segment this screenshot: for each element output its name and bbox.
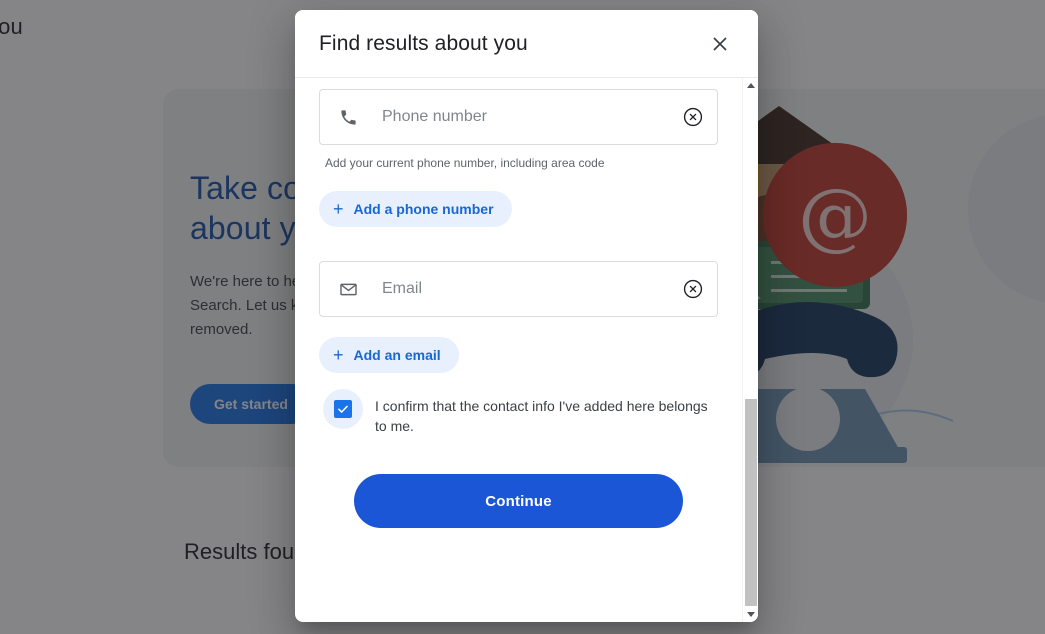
clear-circle-icon-glyph [683,107,703,127]
confirm-ownership-row: I confirm that the contact info I've add… [319,389,718,436]
email-icon [336,277,360,301]
email-input[interactable] [382,280,677,298]
scrollbar-up-arrow-icon[interactable] [743,77,758,93]
close-icon-glyph [713,36,727,51]
email-field[interactable] [319,261,718,317]
plus-icon: + [333,199,344,219]
dialog-body: Add your current phone number, including… [295,77,742,622]
add-phone-number-label: Add a phone number [353,201,494,217]
clear-circle-icon-glyph [683,279,703,299]
confirm-ownership-checkbox[interactable] [323,389,363,429]
continue-button-container: Continue [319,474,718,528]
continue-button[interactable]: Continue [354,474,683,528]
find-results-dialog: Find results about you Phone number Add … [295,10,758,622]
phone-icon [336,105,360,129]
checkbox-checked-icon [334,400,352,418]
triangle-down-icon [747,611,755,617]
plus-icon: + [333,345,344,365]
dialog-scrollbar[interactable] [742,77,758,622]
dialog-header: Find results about you [295,10,758,77]
clear-circle-icon[interactable] [677,101,709,133]
scrollbar-down-arrow-icon[interactable] [743,606,758,622]
checkmark-icon [338,405,348,413]
add-email-label: Add an email [353,347,441,363]
add-email-button[interactable]: + Add an email [319,337,459,373]
confirm-ownership-label: I confirm that the contact info I've add… [375,398,708,434]
dialog-scroll-area: Add your current phone number, including… [295,77,758,622]
scrollbar-thumb[interactable] [745,399,757,607]
close-icon[interactable] [706,30,734,58]
phone-number-input[interactable] [382,108,677,126]
phone-number-field[interactable] [319,89,718,145]
clear-circle-icon[interactable] [677,273,709,305]
add-phone-number-button[interactable]: + Add a phone number [319,191,512,227]
dialog-title: Find results about you [319,31,528,55]
phone-number-helper-text: Add your current phone number, including… [325,156,605,170]
triangle-up-icon [747,82,755,88]
